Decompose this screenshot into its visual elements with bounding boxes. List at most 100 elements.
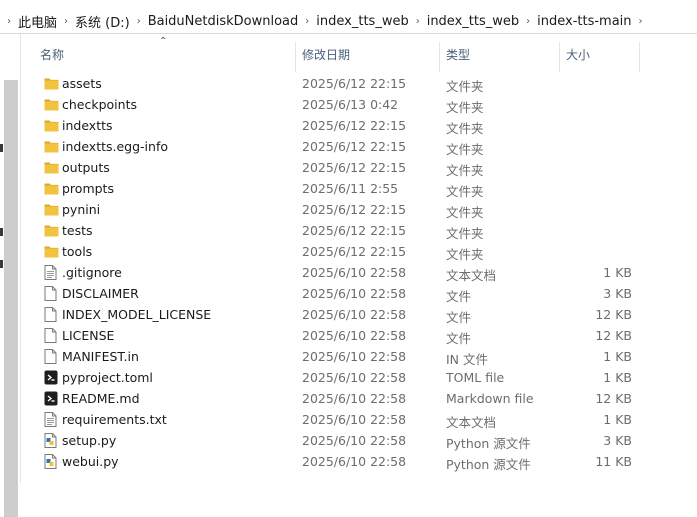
navigation-pane[interactable] [0, 34, 21, 517]
file-row[interactable]: LICENSE 2025/6/10 22:58 文件 12 KB [40, 325, 660, 346]
file-name: checkpoints [62, 97, 137, 112]
folder-row[interactable]: checkpoints 2025/6/13 0:42 文件夹 [40, 94, 660, 115]
file-name: tools [62, 244, 93, 259]
folder-icon [44, 244, 59, 259]
file-row[interactable]: DISCLAIMER 2025/6/10 22:58 文件 3 KB [40, 283, 660, 304]
file-name: webui.py [62, 454, 119, 469]
file-modified-date: 2025/6/10 22:58 [302, 307, 407, 322]
folder-row[interactable]: indextts 2025/6/12 22:15 文件夹 [40, 115, 660, 136]
file-row[interactable]: INDEX_MODEL_LICENSE 2025/6/10 22:58 文件 12 K… [40, 304, 660, 325]
column-header-type[interactable]: 类型 [446, 46, 470, 63]
file-modified-date: 2025/6/10 22:58 [302, 286, 407, 301]
navigation-scrollbar[interactable] [4, 80, 18, 517]
file-row[interactable]: setup.py 2025/6/10 22:58 Python 源文件 3 KB [40, 430, 660, 451]
file-type: TOML file [446, 370, 505, 385]
file-size: 12 KB [595, 328, 632, 343]
column-header-size[interactable]: 大小 [566, 46, 590, 63]
breadcrumb-separator-icon[interactable]: › [409, 16, 427, 27]
file-size: 1 KB [603, 412, 632, 427]
breadcrumb-item[interactable]: index-tts-main [537, 14, 631, 29]
file-row[interactable]: README.md 2025/6/10 22:58 Markdown file 12 … [40, 388, 660, 409]
file-size: 1 KB [603, 265, 632, 280]
address-bar[interactable]: › 此电脑 › 系统 (D:) › BaiduNetdiskDownload › index_… [0, 0, 697, 34]
column-divider[interactable] [559, 42, 560, 72]
file-row[interactable]: pyproject.toml 2025/6/10 22:58 TOML file 1 … [40, 367, 660, 388]
breadcrumb-item[interactable]: 系统 (D:) [75, 12, 130, 31]
breadcrumb-separator-icon[interactable]: › [632, 16, 650, 27]
file-modified-date: 2025/6/10 22:58 [302, 391, 407, 406]
file-row[interactable]: .gitignore 2025/6/10 22:58 文本文档 1 KB [40, 262, 660, 283]
blank-file-icon [44, 307, 58, 322]
folder-row[interactable]: pynini 2025/6/12 22:15 文件夹 [40, 199, 660, 220]
file-modified-date: 2025/6/12 22:15 [302, 202, 407, 217]
file-type: 文件 [446, 289, 472, 304]
file-type: 文件夹 [446, 79, 484, 94]
folder-row[interactable]: tools 2025/6/12 22:15 文件夹 [40, 241, 660, 262]
breadcrumb-separator-icon[interactable]: › [298, 16, 316, 27]
file-name: assets [62, 76, 102, 91]
column-header-date[interactable]: 修改日期 [302, 46, 350, 63]
file-type: 文件夹 [446, 121, 484, 136]
file-size: 3 KB [603, 433, 632, 448]
folder-row[interactable]: assets 2025/6/12 22:15 文件夹 [40, 73, 660, 94]
file-name: prompts [62, 181, 114, 196]
file-type: 文件夹 [446, 100, 484, 115]
column-header: ⌃ 名称 修改日期 类型 大小 [20, 34, 697, 72]
breadcrumb: › 此电脑 › 系统 (D:) › BaiduNetdiskDownload › index_… [0, 12, 650, 31]
file-name: DISCLAIMER [62, 286, 139, 301]
breadcrumb-item[interactable]: index_tts_web [427, 14, 519, 29]
file-type: 文件夹 [446, 184, 484, 199]
file-size: 3 KB [603, 286, 632, 301]
nav-expand-marker [0, 144, 3, 152]
file-size: 1 KB [603, 370, 632, 385]
breadcrumb-separator-icon[interactable]: › [0, 16, 18, 27]
folder-row[interactable]: tests 2025/6/12 22:15 文件夹 [40, 220, 660, 241]
breadcrumb-item[interactable]: 此电脑 [18, 12, 57, 31]
dark-app-file-icon [44, 391, 58, 406]
file-type: 文本文档 [446, 268, 497, 283]
file-size: 1 KB [603, 349, 632, 364]
file-modified-date: 2025/6/12 22:15 [302, 223, 407, 238]
file-type: 文件夹 [446, 142, 484, 157]
file-name: pynini [62, 202, 101, 217]
file-name: INDEX_MODEL_LICENSE [62, 307, 212, 322]
breadcrumb-separator-icon[interactable]: › [57, 16, 75, 27]
breadcrumb-item[interactable]: index_tts_web [316, 14, 408, 29]
folder-row[interactable]: indextts.egg-info 2025/6/12 22:15 文件夹 [40, 136, 660, 157]
file-modified-date: 2025/6/10 22:58 [302, 328, 407, 343]
file-modified-date: 2025/6/11 2:55 [302, 181, 399, 196]
folder-icon [44, 181, 59, 196]
file-row[interactable]: webui.py 2025/6/10 22:58 Python 源文件 11 KB [40, 451, 660, 472]
file-type: Python 源文件 [446, 457, 531, 472]
file-type: Markdown file [446, 391, 534, 406]
column-divider[interactable] [639, 42, 640, 72]
breadcrumb-separator-icon[interactable]: › [519, 16, 537, 27]
file-type: 文件夹 [446, 205, 484, 220]
folder-row[interactable]: outputs 2025/6/12 22:15 文件夹 [40, 157, 660, 178]
file-row[interactable]: MANIFEST.in 2025/6/10 22:58 IN 文件 1 KB [40, 346, 660, 367]
file-modified-date: 2025/6/12 22:15 [302, 76, 407, 91]
file-modified-date: 2025/6/12 22:15 [302, 244, 407, 259]
column-divider[interactable] [439, 42, 440, 72]
file-modified-date: 2025/6/10 22:58 [302, 349, 407, 364]
file-row[interactable]: requirements.txt 2025/6/10 22:58 文本文档 1 KB [40, 409, 660, 430]
column-divider[interactable] [295, 42, 296, 72]
file-type: 文件夹 [446, 163, 484, 178]
breadcrumb-separator-icon[interactable]: › [130, 16, 148, 27]
python-file-icon [44, 433, 58, 448]
folder-icon [44, 223, 59, 238]
python-file-icon [44, 454, 58, 469]
folder-icon [44, 97, 59, 112]
file-size: 11 KB [595, 454, 632, 469]
blank-file-icon [44, 328, 58, 343]
file-type: IN 文件 [446, 352, 489, 367]
nav-expand-marker [0, 260, 3, 268]
folder-icon [44, 139, 59, 154]
column-header-name[interactable]: 名称 [40, 46, 64, 63]
file-name: indextts.egg-info [62, 139, 168, 154]
breadcrumb-item[interactable]: BaiduNetdiskDownload [148, 14, 299, 29]
folder-icon [44, 160, 59, 175]
blank-file-icon [44, 349, 58, 364]
file-name: requirements.txt [62, 412, 167, 427]
folder-row[interactable]: prompts 2025/6/11 2:55 文件夹 [40, 178, 660, 199]
